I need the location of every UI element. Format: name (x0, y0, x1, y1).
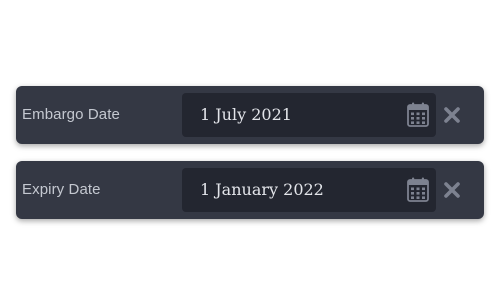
embargo-date-value[interactable]: 1 July 2021 (200, 93, 292, 137)
embargo-date-row: Embargo Date 1 July 2021 (16, 86, 484, 144)
embargo-date-label: Embargo Date (22, 106, 120, 123)
clear-x-icon[interactable] (443, 106, 461, 124)
calendar-icon[interactable] (406, 177, 430, 203)
expiry-date-value[interactable]: 1 January 2022 (200, 168, 324, 212)
expiry-date-label: Expiry Date (22, 181, 101, 198)
embargo-date-input[interactable]: 1 July 2021 (182, 93, 436, 137)
calendar-icon[interactable] (406, 102, 430, 128)
clear-x-icon[interactable] (443, 181, 461, 199)
expiry-date-input[interactable]: 1 January 2022 (182, 168, 436, 212)
date-fields-panel: Embargo Date 1 July 2021 Expiry Date 1 J… (0, 0, 500, 304)
expiry-date-row: Expiry Date 1 January 2022 (16, 161, 484, 219)
